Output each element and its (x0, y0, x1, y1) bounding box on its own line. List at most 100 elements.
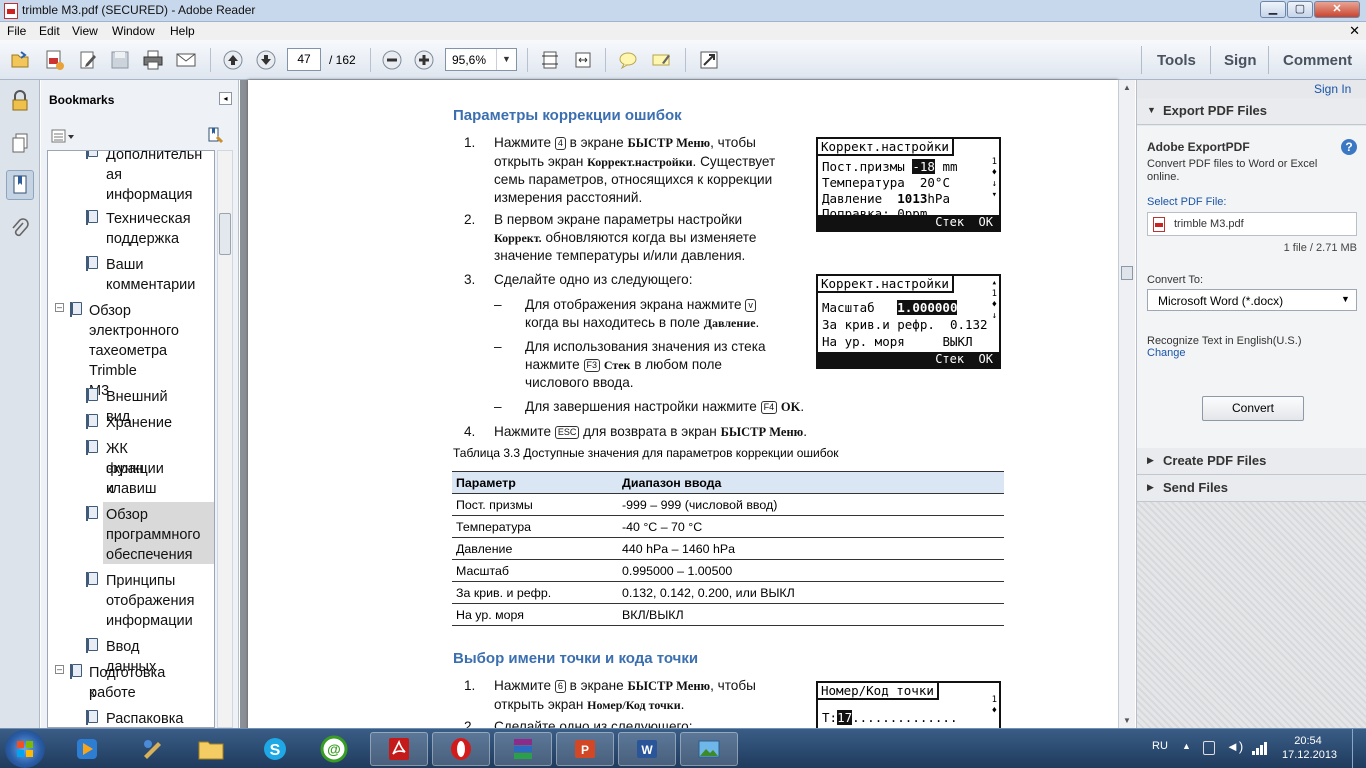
chevron-down-icon[interactable]: ▼ (496, 49, 516, 70)
title-bar: trimble M3.pdf (SECURED) - Adobe Reader … (0, 0, 1366, 22)
collapse-toggle[interactable]: – (55, 303, 64, 312)
convert-button[interactable]: Convert (1202, 396, 1304, 421)
close-button[interactable]: ✕ (1314, 1, 1360, 18)
table-row: На ур. моря ВКЛ/ВЫКЛ (452, 603, 1004, 626)
scroll-down-icon[interactable]: ▼ (1123, 716, 1131, 725)
collapse-toggle[interactable]: – (55, 665, 64, 674)
attachments-icon[interactable] (6, 214, 34, 244)
scroll-arrows-icon: 1 ♦ (991, 695, 997, 716)
format-select[interactable]: Microsoft Word (*.docx) ▼ (1147, 289, 1357, 311)
create-pdf-section-header[interactable]: ▶ Create PDF Files (1137, 448, 1366, 475)
table-row: За крив. и рефр. 0.132, 0.142, 0.200, или… (452, 581, 1004, 604)
adobe-reader-task-icon[interactable] (370, 732, 428, 766)
highlight-icon[interactable] (649, 48, 673, 72)
show-hidden-icons-icon[interactable]: ▲ (1182, 741, 1191, 751)
table-cell: -999 – 999 (числовой ввод) (618, 493, 1004, 516)
export-pdf-section-header[interactable]: ▼ Export PDF Files (1137, 98, 1366, 125)
tools-tab[interactable]: Tools (1157, 52, 1196, 69)
menu-file[interactable]: File (7, 24, 26, 38)
full-screen-icon[interactable] (697, 48, 721, 72)
export-pdf-body: Adobe ExportPDF ? Convert PDF files to W… (1137, 126, 1366, 455)
taskbar: S @ P W RU ▲ ◄) 20:54 17.12.2013 (0, 728, 1366, 768)
word-icon[interactable]: W (618, 732, 676, 766)
table-cell: -40 °C – 70 °C (618, 515, 1004, 538)
page-total: / 162 (329, 53, 356, 67)
toolbar: 47 / 162 95,6% ▼ Tools Sign Comment (0, 40, 1366, 80)
document-scrollbar[interactable]: ▲ ▼ (1118, 80, 1135, 730)
table-cell: Пост. призмы (452, 493, 618, 516)
bookmarks-icon[interactable] (6, 170, 34, 200)
zoom-in-icon[interactable] (412, 48, 436, 72)
minimize-button[interactable]: ▁ (1260, 1, 1286, 18)
scroll-up-icon[interactable]: ▲ (1123, 83, 1131, 92)
paint-icon[interactable] (124, 732, 182, 766)
scroll-thumb[interactable] (219, 213, 231, 255)
photo-viewer-icon[interactable] (680, 732, 738, 766)
help-icon[interactable]: ? (1341, 139, 1357, 155)
previous-page-icon[interactable] (221, 48, 245, 72)
menu-view[interactable]: View (72, 24, 98, 38)
show-desktop-button[interactable] (1352, 729, 1366, 768)
volume-icon[interactable]: ◄) (1226, 739, 1243, 754)
close-document-icon[interactable]: ✕ (1349, 23, 1360, 39)
step-4: Нажмите ESC для возврата в экран БЫСТР М… (494, 424, 807, 439)
bullet-3: Для завершения настройки нажмите F4 OK. (525, 399, 805, 414)
next-page-icon[interactable] (254, 48, 278, 72)
collapse-panel-icon[interactable]: ◂ (219, 92, 232, 105)
save-icon[interactable] (108, 48, 132, 72)
clock[interactable]: 20:54 17.12.2013 (1282, 734, 1337, 762)
selected-file[interactable]: trimble M3.pdf (1147, 212, 1357, 236)
media-player-icon[interactable] (58, 732, 116, 766)
fit-width-icon[interactable] (571, 48, 595, 72)
lcd-title: Номер/Код точки (818, 683, 939, 700)
send-files-section-header[interactable]: ▶ Send Files (1137, 475, 1366, 502)
powerpoint-icon[interactable]: P (556, 732, 614, 766)
menu-window[interactable]: Window (112, 24, 155, 38)
fit-page-icon[interactable] (538, 48, 562, 72)
options-menu-icon[interactable] (51, 128, 75, 144)
zoom-out-icon[interactable] (380, 48, 404, 72)
step-3: Сделайте одно из следующего: (494, 272, 693, 287)
opera-icon[interactable] (432, 732, 490, 766)
adobe-pdf-icon (4, 3, 18, 19)
step-number: 1. (464, 678, 476, 693)
change-link[interactable]: Change (1147, 347, 1186, 359)
menu-help[interactable]: Help (170, 24, 195, 38)
sticky-note-icon[interactable] (616, 48, 640, 72)
menu-edit[interactable]: Edit (39, 24, 60, 38)
bookmark-icon (86, 256, 98, 271)
skype-icon[interactable]: S (246, 732, 304, 766)
zoom-select[interactable]: 95,6% ▼ (445, 48, 517, 71)
sign-tab[interactable]: Sign (1224, 52, 1257, 69)
create-pdf-icon[interactable] (42, 48, 66, 72)
print-icon[interactable] (141, 48, 165, 72)
scroll-thumb[interactable] (1121, 266, 1133, 280)
step-number: 3. (464, 272, 476, 287)
email-icon[interactable] (174, 48, 198, 72)
bookmark-icon (70, 664, 82, 679)
page-number-input[interactable]: 47 (287, 48, 321, 71)
page-thumbnails-icon[interactable] (6, 128, 34, 158)
winrar-icon[interactable] (494, 732, 552, 766)
maximize-button[interactable]: ▢ (1287, 1, 1313, 18)
bookmarks-scrollbar[interactable] (217, 150, 233, 728)
svg-text:W: W (641, 743, 653, 757)
find-bookmark-icon[interactable] (206, 127, 224, 145)
sign-in-link[interactable]: Sign In (1314, 82, 1351, 96)
mail-agent-icon[interactable]: @ (305, 732, 363, 766)
start-button[interactable] (5, 730, 45, 768)
comment-tab[interactable]: Comment (1283, 52, 1352, 69)
table-cell: 0.995000 – 1.00500 (618, 559, 1004, 582)
language-indicator[interactable]: RU (1152, 740, 1168, 752)
table-header: Параметр (452, 471, 618, 494)
file-explorer-icon[interactable] (182, 732, 240, 766)
edit-icon[interactable] (76, 48, 100, 72)
device-icon[interactable] (1203, 741, 1215, 755)
lock-icon[interactable] (6, 86, 34, 116)
network-icon[interactable] (1252, 741, 1268, 755)
panel-empty-area (1137, 502, 1366, 730)
table-cell: Давление (452, 537, 618, 560)
open-icon[interactable] (8, 48, 32, 72)
section-heading: Параметры коррекции ошибок (453, 107, 682, 124)
step-number: 4. (464, 424, 476, 439)
